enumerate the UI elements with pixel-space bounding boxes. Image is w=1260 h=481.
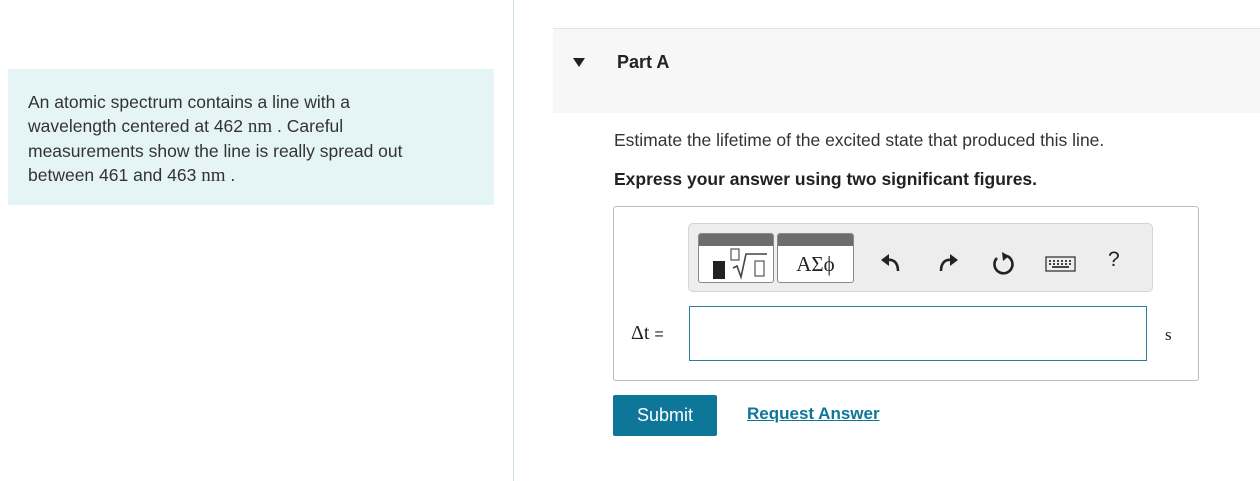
problem-line-2: wavelength centered at 462 nm . Careful xyxy=(28,114,474,139)
problem-text: . xyxy=(225,165,236,185)
undo-icon[interactable] xyxy=(878,250,904,276)
answer-variable-label: Δt = xyxy=(631,322,664,345)
problem-text: wavelength centered at 462 xyxy=(28,116,248,136)
problem-text: between 461 and 463 xyxy=(28,165,202,185)
collapse-caret-icon[interactable] xyxy=(573,58,585,67)
part-a-header[interactable]: Part A xyxy=(553,28,1260,113)
templates-icon xyxy=(713,261,725,279)
problem-statement: An atomic spectrum contains a line with … xyxy=(8,69,494,205)
greek-symbols-icon: ΑΣϕ xyxy=(796,252,835,276)
part-title: Part A xyxy=(617,52,670,72)
answer-format-instruction: Express your answer using two significan… xyxy=(614,169,1038,189)
question-instruction: Estimate the lifetime of the excited sta… xyxy=(614,130,1105,150)
redo-icon[interactable] xyxy=(935,250,961,276)
keyboard-icon[interactable] xyxy=(1044,250,1078,276)
symbols-button-bar xyxy=(778,234,853,246)
problem-line-3: measurements show the line is really spr… xyxy=(28,141,403,161)
answer-unit: s xyxy=(1165,325,1172,344)
radical-icon xyxy=(729,246,769,282)
problem-text: . Careful xyxy=(272,116,344,136)
greek-symbols-button[interactable]: ΑΣϕ xyxy=(777,233,854,283)
equals-sign: = xyxy=(654,326,664,343)
unit-nm: nm xyxy=(247,116,273,137)
templates-button[interactable] xyxy=(698,233,774,283)
reset-icon[interactable] xyxy=(990,250,1016,276)
submit-button[interactable]: Submit xyxy=(613,395,717,436)
problem-line-4: between 461 and 463 nm . xyxy=(28,163,474,188)
delta-t-symbol: Δt xyxy=(631,322,650,344)
request-answer-link[interactable]: Request Answer xyxy=(747,404,880,424)
templates-button-bar xyxy=(699,234,773,246)
column-divider xyxy=(513,0,514,481)
answer-input[interactable] xyxy=(689,306,1147,361)
math-toolbar: ΑΣϕ ? xyxy=(688,223,1153,292)
problem-line-1: An atomic spectrum contains a line with … xyxy=(28,92,350,112)
help-icon[interactable]: ? xyxy=(1108,248,1120,272)
unit-nm: nm xyxy=(201,165,226,186)
